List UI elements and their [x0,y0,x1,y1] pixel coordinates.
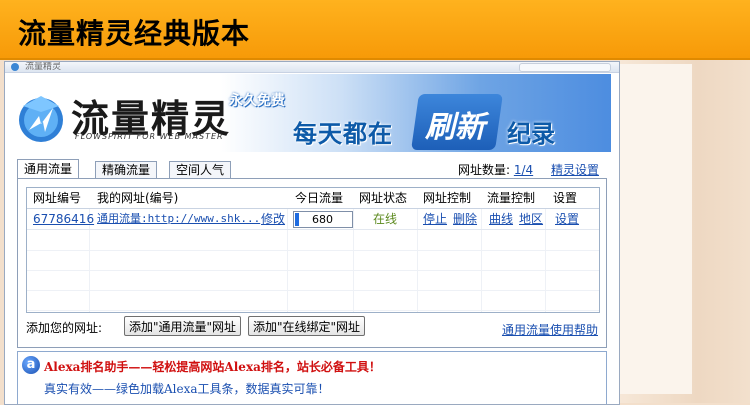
table-header: 网址编号 我的网址(编号) 今日流量 网址状态 网址控制 流量控制 设置 [27,188,599,209]
promo-subline[interactable]: 真实有效——绿色加载Alexa工具条，数据真实可靠！ [44,380,330,397]
empty-table-row [27,250,599,271]
column-header-status: 网址状态 [359,191,408,205]
site-count-area: 网址数量: 1/4 精灵设置 [458,161,599,178]
window-controls[interactable] [519,63,611,72]
background-panel [620,64,692,394]
column-header-traffic-control: 流量控制 [487,191,536,205]
delete-link[interactable]: 删除 [453,209,477,229]
column-header-traffic: 今日流量 [295,191,344,205]
logo-subtitle: FLOWSPIRIT FOR WEB MASTER [75,132,224,141]
spirit-settings-link[interactable]: 精灵设置 [551,163,599,177]
stop-link[interactable]: 停止 [423,209,447,229]
background-right [620,60,750,403]
column-header-settings: 设置 [553,191,578,205]
empty-table-row [27,270,599,291]
slogan-part1: 每天都在 [293,120,393,148]
banner-title: 流量精灵经典版本 [18,17,251,50]
alexa-promo: a Alexa排名助手——轻松提高网站Alexa排名，站长必备工具！ 真实有效—… [17,351,607,404]
window-title: 流量精灵 [25,62,62,72]
alexa-icon: a [22,356,40,374]
site-id-link[interactable]: 67786416 [33,209,94,229]
add-general-traffic-button[interactable]: 添加"通用流量"网址 [124,316,242,336]
content-frame: 网址编号 我的网址(编号) 今日流量 网址状态 网址控制 流量控制 设置 677… [17,178,607,348]
tab-space-popularity[interactable]: 空间人气 [169,161,232,178]
slogan-part3: 纪录 [507,120,555,148]
tab-general-traffic[interactable]: 通用流量 [17,159,80,178]
promo-headline[interactable]: Alexa排名助手——轻松提高网站Alexa排名，站长必备工具！ [44,358,381,375]
app-banner: 流量精灵 FLOWSPIRIT FOR WEB MASTER 永久免费 每天都在… [11,74,611,152]
today-traffic-value: 680 [312,213,333,226]
app-icon [11,63,19,71]
site-count-label: 网址数量: [457,163,511,177]
free-badge: 永久免费 [229,93,285,109]
add-online-binding-button[interactable]: 添加"在线绑定"网址 [248,316,366,336]
status-online: 在线 [373,212,398,226]
add-site-label: 添加您的网址: [26,321,103,335]
table-row: 67786416 通用流量:http://www.shk... 修改 680 在… [27,209,599,230]
app-window: 流量精灵 流量精灵 FLOWSPIRIT FOR WEB MASTER 永久免费… [4,61,620,405]
tab-precise-traffic[interactable]: 精确流量 [95,161,158,178]
empty-table-row [27,290,599,311]
edit-link[interactable]: 修改 [261,209,285,229]
tab-bar: 通用流量 精确流量 空间人气 网址数量: 1/4 精灵设置 [17,159,613,179]
top-banner: 流量精灵经典版本 [0,0,750,60]
slogan-part2: 刷新 [425,110,485,145]
site-table: 网址编号 我的网址(编号) 今日流量 网址状态 网址控制 流量控制 设置 677… [26,187,600,313]
window-titlebar: 流量精灵 [5,62,619,73]
column-header-site-control: 网址控制 [423,191,472,205]
region-link[interactable]: 地区 [519,209,543,229]
general-traffic-help-link[interactable]: 通用流量使用帮助 [502,321,598,338]
column-header-url: 我的网址(编号) [97,191,179,205]
traffic-bar [295,213,299,226]
empty-table-row [27,230,599,251]
today-traffic-display: 680 [293,211,353,228]
add-site-row: 添加您的网址: 添加"通用流量"网址 添加"在线绑定"网址 通用流量使用帮助 [26,315,598,339]
site-count-value[interactable]: 1/4 [514,163,533,177]
curve-link[interactable]: 曲线 [489,209,513,229]
row-settings-link[interactable]: 设置 [555,209,579,229]
flowspirit-logo-icon [19,96,63,142]
site-url-link[interactable]: 通用流量:http://www.shk... [97,209,260,229]
column-header-id: 网址编号 [33,191,82,205]
